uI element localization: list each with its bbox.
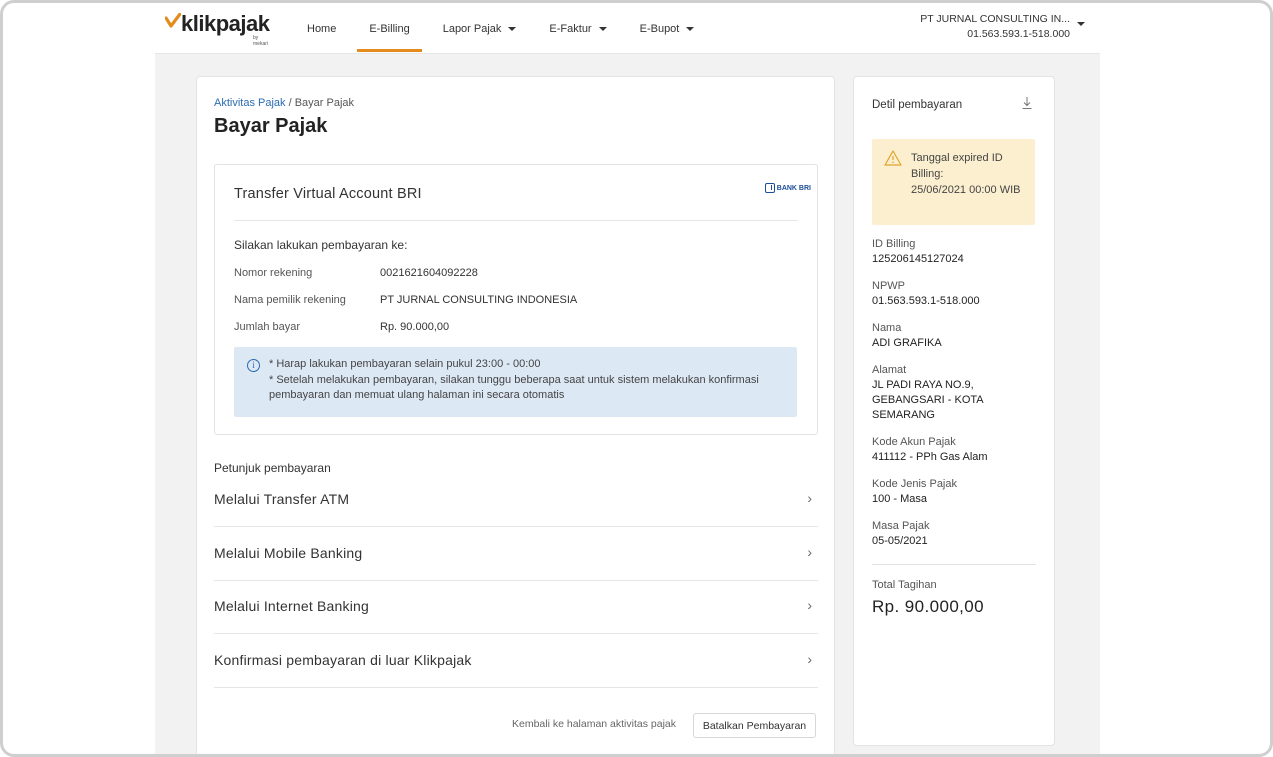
account-holder-value: PT JURNAL CONSULTING INDONESIA: [380, 294, 578, 306]
detail-value: 05-05/2021: [872, 535, 928, 547]
caret-down-icon: [598, 26, 607, 31]
expiry-label: Tanggal expired ID Billing:: [911, 152, 1003, 180]
guide-item-mobile-banking[interactable]: Melalui Mobile Banking ›: [214, 527, 818, 581]
account-number-value[interactable]: 0021621604092228: [380, 267, 478, 279]
guide-item-label: Melalui Transfer ATM: [214, 491, 350, 507]
account-number-label: Nomor rekening: [234, 267, 313, 279]
detail-kode-jenis-pajak: Kode Jenis Pajak 100 - Masa: [872, 477, 1042, 507]
screenshot-frame: klikpajak by mekari Home E-Billing Lapor…: [0, 0, 1273, 757]
detail-kode-akun-pajak: Kode Akun Pajak 411112 - PPh Gas Alam: [872, 435, 1042, 465]
warning-icon: [884, 150, 902, 166]
breadcrumb: Aktivitas Pajak / Bayar Pajak: [214, 97, 354, 109]
payment-detail-card: Detil pembayaran Tanggal expired ID Bill…: [853, 76, 1055, 746]
va-title: Transfer Virtual Account BRI: [234, 186, 422, 202]
detail-value: JL PADI RAYA NO.9, GEBANGSARI - KOTA SEM…: [872, 379, 984, 421]
payment-amount-value: Rp. 90.000,00: [380, 321, 450, 333]
chevron-right-icon: ›: [807, 651, 812, 667]
nav-e-bupot[interactable]: E-Bupot: [628, 3, 707, 54]
nav-home-label: Home: [307, 22, 337, 35]
bank-bri-logo: BANK BRI: [764, 183, 811, 193]
account-holder-label: Nama pemilik rekening: [234, 294, 346, 306]
top-navbar: klikpajak by mekari Home E-Billing Lapor…: [155, 3, 1100, 54]
back-to-activities-link[interactable]: Kembali ke halaman aktivitas pajak: [512, 718, 676, 730]
guide-item-external-confirmation[interactable]: Konfirmasi pembayaran di luar Klikpajak …: [214, 634, 818, 688]
info-line-2: * Setelah melakukan pembayaran, silakan …: [269, 373, 759, 402]
bri-logo-icon: [764, 183, 775, 193]
detail-value: ADI GRAFIKA: [872, 337, 942, 349]
expiry-warning: Tanggal expired ID Billing: 25/06/2021 0…: [872, 139, 1035, 225]
payment-detail-title: Detil pembayaran: [872, 99, 963, 111]
info-icon: i: [247, 359, 260, 372]
app-window: klikpajak by mekari Home E-Billing Lapor…: [155, 3, 1100, 754]
company-caret-down-icon[interactable]: [1077, 22, 1085, 26]
total-label: Total Tagihan: [872, 579, 937, 591]
expiry-warning-text: Tanggal expired ID Billing: 25/06/2021 0…: [911, 150, 1031, 198]
company-name: PT JURNAL CONSULTING IN...: [920, 13, 1070, 25]
chevron-right-icon: ›: [807, 544, 812, 560]
detail-value: 100 - Masa: [872, 493, 928, 505]
info-notice: i * Harap lakukan pembayaran selain puku…: [234, 347, 797, 417]
total-value: Rp. 90.000,00: [872, 597, 985, 616]
guide-item-label: Konfirmasi pembayaran di luar Klikpajak: [214, 652, 472, 668]
nav-lapor-pajak-label: Lapor Pajak: [442, 22, 502, 35]
nav-lapor-pajak[interactable]: Lapor Pajak: [431, 3, 529, 54]
detail-masa-pajak: Masa Pajak 05-05/2021: [872, 519, 1042, 549]
company-switcher[interactable]: PT JURNAL CONSULTING IN... 01.563.593.1-…: [920, 12, 1070, 42]
guide-item-internet-banking[interactable]: Melalui Internet Banking ›: [214, 580, 818, 634]
nav-e-billing-label: E-Billing: [369, 22, 410, 35]
info-line-1: * Harap lakukan pembayaran selain pukul …: [269, 358, 541, 370]
guide-item-atm[interactable]: Melalui Transfer ATM ›: [214, 473, 818, 527]
detail-label: Alamat: [872, 364, 907, 376]
cancel-payment-button[interactable]: Batalkan Pembayaran: [693, 713, 816, 738]
detail-nama: Nama ADI GRAFIKA: [872, 321, 1042, 351]
detail-label: Kode Akun Pajak: [872, 436, 956, 448]
nav-e-faktur-label: E-Faktur: [549, 22, 592, 35]
detail-label: Kode Jenis Pajak: [872, 478, 957, 490]
breadcrumb-current: Bayar Pajak: [294, 97, 355, 109]
payment-card: Aktivitas Pajak / Bayar Pajak Bayar Paja…: [196, 76, 835, 754]
breadcrumb-link-aktivitas-pajak[interactable]: Aktivitas Pajak: [214, 97, 286, 109]
expiry-value: 25/06/2021 00:00 WIB: [911, 184, 1021, 196]
nav-e-bupot-label: E-Bupot: [639, 22, 680, 35]
payment-instruction: Silakan lakukan pembayaran ke:: [234, 238, 408, 252]
detail-value: 411112 - PPh Gas Alam: [872, 451, 988, 463]
payment-amount-label: Jumlah bayar: [234, 321, 301, 333]
company-npwp: 01.563.593.1-518.000: [967, 28, 1070, 40]
nav-home[interactable]: Home: [295, 3, 348, 54]
nav-e-faktur[interactable]: E-Faktur: [537, 3, 618, 54]
breadcrumb-separator: /: [285, 97, 295, 109]
detail-value: 125206145127024: [872, 253, 964, 265]
bank-logo-text: BANK BRI: [776, 184, 811, 192]
logo-wordmark: klikpajak: [181, 11, 270, 36]
caret-down-icon: [686, 26, 695, 31]
detail-alamat: Alamat JL PADI RAYA NO.9, GEBANGSARI - K…: [872, 363, 997, 423]
nav-e-billing[interactable]: E-Billing: [357, 3, 423, 54]
checkmark-logo-icon: [165, 13, 181, 28]
detail-label: Nama: [872, 322, 902, 334]
chevron-right-icon: ›: [807, 490, 812, 506]
download-icon[interactable]: [1021, 96, 1033, 110]
guide-item-label: Melalui Mobile Banking: [214, 545, 363, 561]
logo-subtext: by mekari: [253, 35, 269, 47]
caret-down-icon: [508, 26, 517, 31]
divider: [234, 220, 798, 221]
detail-label: NPWP: [872, 280, 905, 292]
info-notice-text: * Harap lakukan pembayaran selain pukul …: [269, 357, 789, 404]
main-nav: Home E-Billing Lapor Pajak E-Faktur E-Bu…: [295, 3, 715, 54]
guide-item-label: Melalui Internet Banking: [214, 598, 369, 614]
divider: [872, 564, 1036, 565]
detail-npwp: NPWP 01.563.593.1-518.000: [872, 279, 1042, 309]
detail-label: ID Billing: [872, 238, 916, 250]
detail-value: 01.563.593.1-518.000: [872, 295, 980, 307]
detail-label: Masa Pajak: [872, 520, 930, 532]
chevron-right-icon: ›: [807, 597, 812, 613]
detail-id-billing: ID Billing 125206145127024: [872, 237, 1042, 267]
page-title: Bayar Pajak: [214, 115, 328, 137]
virtual-account-box: Transfer Virtual Account BRI BANK BRI Si…: [214, 164, 818, 435]
